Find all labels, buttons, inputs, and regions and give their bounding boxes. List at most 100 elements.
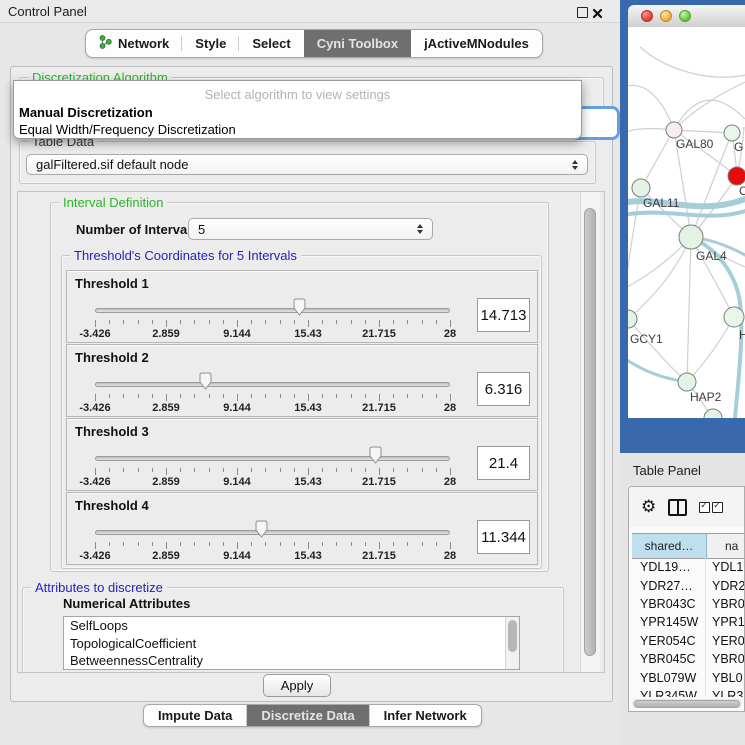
cell-name[interactable]: YER0: [706, 632, 744, 650]
cell-name[interactable]: YDL1: [706, 558, 744, 576]
cell-name[interactable]: YBR0: [706, 595, 744, 613]
cell-name[interactable]: YBL0: [706, 668, 744, 686]
network-edge[interactable]: [628, 237, 691, 319]
table-data-combobox[interactable]: galFiltered.sif default node: [26, 154, 588, 175]
slider-track[interactable]: [95, 382, 450, 387]
network-edge[interactable]: [674, 82, 745, 130]
minimize-traffic-light-icon[interactable]: [660, 10, 672, 22]
threshold-value-field[interactable]: 14.713: [477, 298, 530, 332]
cell-shared-name[interactable]: YER054C: [632, 632, 706, 650]
column-header-name[interactable]: na: [707, 534, 744, 558]
tab-cyni-toolbox[interactable]: Cyni Toolbox: [304, 30, 411, 57]
slider-track[interactable]: [95, 530, 450, 535]
network-node-label: GCY1: [630, 332, 663, 346]
threshold-value-field[interactable]: 21.4: [477, 446, 530, 480]
threshold-value-field[interactable]: 11.344: [477, 520, 530, 554]
network-edge[interactable]: [628, 319, 687, 382]
attribute-list-item[interactable]: SelfLoops: [64, 617, 519, 635]
dropdown-option-manual-discretization[interactable]: Manual Discretization: [19, 105, 153, 120]
network-canvas[interactable]: GAL80GCGAL11GAL4GCY1HHAP2: [628, 27, 745, 418]
scrollbar-thumb[interactable]: [584, 208, 596, 656]
network-window-titlebar[interactable]: [628, 5, 745, 28]
threshold-slider[interactable]: -3.4262.8599.14415.4321.71528: [95, 493, 450, 564]
network-node-g[interactable]: [724, 125, 740, 141]
threshold-slider[interactable]: -3.4262.8599.14415.4321.71528: [95, 345, 450, 416]
network-node-gal11[interactable]: [632, 179, 650, 197]
network-edge-highlighted[interactable]: [628, 357, 687, 382]
cell-shared-name[interactable]: YBL079W: [632, 668, 706, 686]
threshold-value-field[interactable]: 6.316: [477, 372, 530, 406]
attribute-list-item[interactable]: BetweennessCentrality: [64, 652, 519, 670]
slider-thumb[interactable]: [254, 520, 269, 538]
slider-tick: [152, 468, 153, 472]
table-row[interactable]: YBL079WYBL0: [632, 668, 744, 686]
slider-thumb[interactable]: [368, 446, 383, 464]
select-columns-icon[interactable]: [699, 502, 723, 513]
network-edge[interactable]: [640, 47, 745, 77]
attributes-list-scrollbar[interactable]: [505, 617, 519, 669]
table-row[interactable]: YLR345WYLR3: [632, 687, 744, 697]
network-node[interactable]: [704, 409, 722, 418]
network-node-gal80[interactable]: [666, 122, 682, 138]
slider-tick: [308, 542, 309, 549]
cell-shared-name[interactable]: YDL19…: [632, 558, 706, 576]
network-edge[interactable]: [687, 237, 691, 382]
close-icon[interactable]: [592, 6, 603, 17]
tab-discretize-data[interactable]: Discretize Data: [247, 705, 369, 726]
network-edge[interactable]: [674, 130, 732, 133]
slider-tick: [294, 320, 295, 324]
slider-thumb[interactable]: [198, 372, 213, 390]
column-layout-icon[interactable]: [668, 499, 687, 516]
cell-shared-name[interactable]: YBR043C: [632, 595, 706, 613]
cell-shared-name[interactable]: YLR345W: [632, 687, 706, 697]
network-node-h[interactable]: [724, 307, 744, 327]
tab-infer-network[interactable]: Infer Network: [370, 705, 481, 726]
scrollbar-thumb[interactable]: [634, 700, 740, 708]
network-edge[interactable]: [628, 85, 674, 130]
slider-thumb[interactable]: [292, 298, 307, 316]
tab-style[interactable]: Style: [182, 30, 239, 57]
settings-vertical-scrollbar[interactable]: [580, 192, 600, 672]
network-node-hap2[interactable]: [678, 373, 696, 391]
network-edge[interactable]: [687, 317, 734, 382]
gear-icon[interactable]: ⚙: [641, 499, 656, 516]
cell-name[interactable]: YDR2: [706, 576, 744, 594]
number-of-intervals-combobox[interactable]: 5: [188, 218, 433, 240]
table-row[interactable]: YBR043CYBR0: [632, 595, 744, 613]
attribute-list-item[interactable]: TopologicalCoefficient: [64, 635, 519, 653]
threshold-slider[interactable]: -3.4262.8599.14415.4321.71528: [95, 271, 450, 342]
network-node-gal4[interactable]: [679, 225, 703, 249]
close-traffic-light-icon[interactable]: [641, 10, 653, 22]
dropdown-prompt-option[interactable]: Select algorithm to view settings: [14, 87, 581, 102]
cell-shared-name[interactable]: YBR045C: [632, 650, 706, 668]
threshold-slider[interactable]: -3.4262.8599.14415.4321.71528: [95, 419, 450, 490]
cell-name[interactable]: YPR1: [706, 613, 744, 631]
table-row[interactable]: YER054CYER0: [632, 632, 744, 650]
cell-name[interactable]: YBR0: [706, 650, 744, 668]
slider-track[interactable]: [95, 308, 450, 313]
table-row[interactable]: YDR27…YDR2: [632, 576, 744, 594]
apply-button[interactable]: Apply: [263, 674, 331, 697]
network-edge[interactable]: [641, 130, 674, 188]
network-node-c[interactable]: [728, 167, 745, 185]
table-row[interactable]: YPR145WYPR1: [632, 613, 744, 631]
tab-select[interactable]: Select: [239, 30, 303, 57]
tab-network[interactable]: Network: [86, 30, 182, 57]
table-row[interactable]: YDL19…YDL1: [632, 558, 744, 576]
dropdown-option-equal-width-frequency[interactable]: Equal Width/Frequency Discretization: [19, 122, 236, 137]
slider-tick: [95, 394, 96, 401]
numerical-attributes-list[interactable]: SelfLoopsTopologicalCoefficientBetweenne…: [63, 616, 520, 670]
cell-name[interactable]: YLR3: [706, 687, 744, 697]
tab-jactivemnodules[interactable]: jActiveMNodules: [411, 30, 542, 57]
tab-impute-data[interactable]: Impute Data: [144, 705, 247, 726]
table-horizontal-scrollbar[interactable]: [632, 699, 742, 708]
cell-shared-name[interactable]: YPR145W: [632, 613, 706, 631]
table-row[interactable]: YBR045CYBR0: [632, 650, 744, 668]
float-window-icon[interactable]: [577, 7, 588, 18]
column-header-shared-name[interactable]: shared…: [632, 534, 707, 558]
slider-track[interactable]: [95, 456, 450, 461]
network-edge-highlighted[interactable]: [628, 211, 745, 216]
zoom-traffic-light-icon[interactable]: [679, 10, 691, 22]
cell-shared-name[interactable]: YDR27…: [632, 576, 706, 594]
slider-tick: [166, 468, 167, 475]
